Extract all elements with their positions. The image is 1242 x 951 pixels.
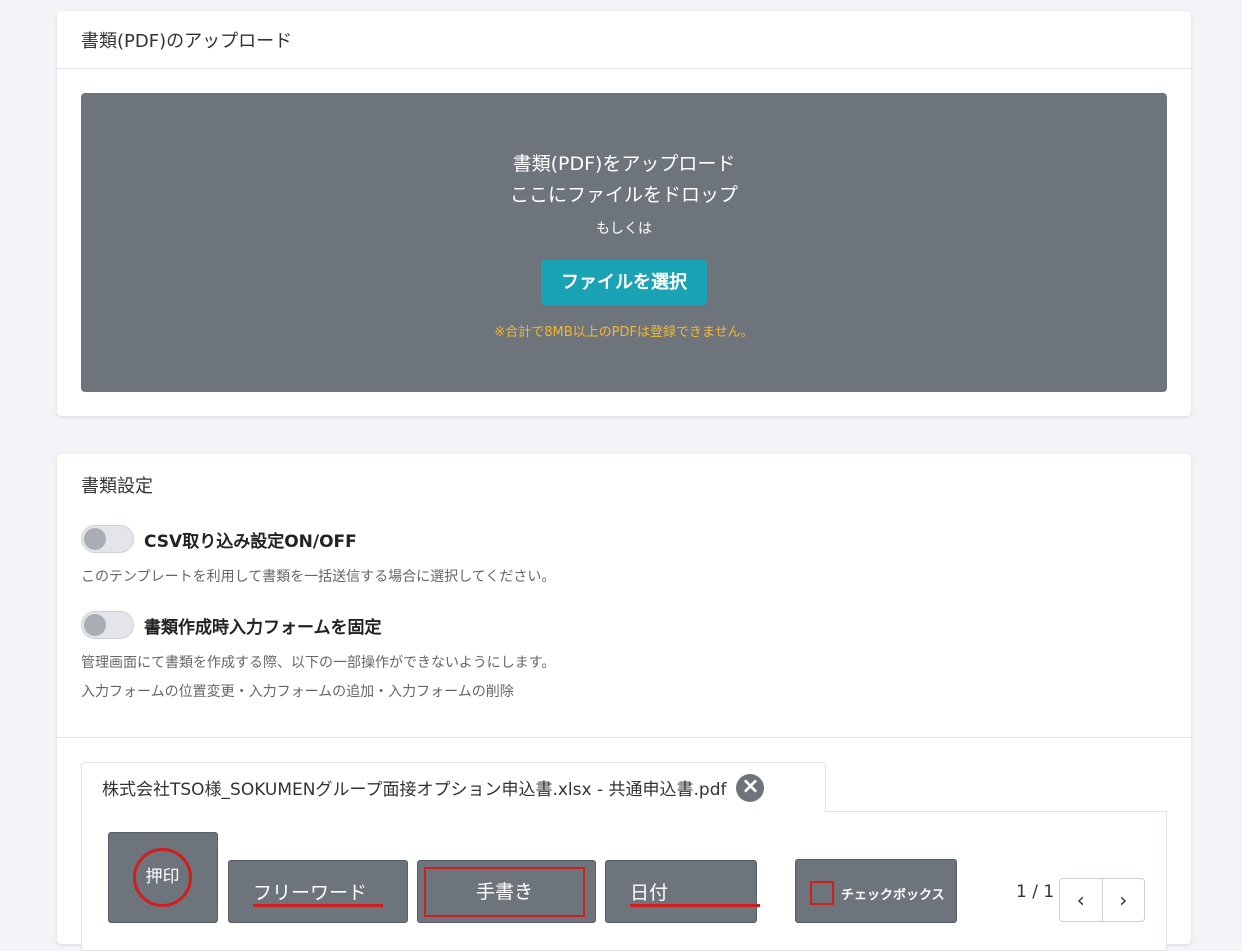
chevron-right-icon: › — [1119, 888, 1128, 912]
upload-card: 書類(PDF)のアップロード 書類(PDF)をアップロード ここにファイルをドロ… — [57, 11, 1191, 416]
settings-card: 書類設定 CSV取り込み設定ON/OFF このテンプレートを利用して書類を一括送… — [57, 454, 1191, 951]
dropzone-or-text: もしくは — [596, 221, 652, 237]
fixed-form-toggle[interactable] — [81, 611, 134, 639]
pdf-dropzone[interactable]: 書類(PDF)をアップロード ここにファイルをドロップ もしくは ファイルを選択… — [81, 93, 1167, 392]
checkbox-tool-button[interactable]: チェックボックス — [795, 859, 957, 923]
freeword-tool-button[interactable]: フリーワード — [228, 860, 408, 923]
dropzone-title: 書類(PDF)をアップロード — [512, 153, 736, 175]
tab-panel: 押印 フリーワード 手書き 日付 チェックボックス 1 / 1 ‹ › — [81, 811, 1167, 951]
stamp-tool-label: 押印 — [133, 848, 192, 907]
freeword-tool-label: フリーワード — [253, 882, 368, 904]
next-page-button[interactable]: › — [1101, 879, 1145, 921]
settings-title: 書類設定 — [81, 476, 153, 497]
toggle-knob — [84, 528, 106, 550]
stamp-tool-button[interactable]: 押印 — [108, 832, 218, 923]
csv-toggle-row: CSV取り込み設定ON/OFF — [81, 525, 357, 553]
checkbox-tool-label: チェックボックス — [841, 888, 945, 903]
handwrite-tool-button[interactable]: 手書き — [417, 860, 596, 923]
fixed-form-description-1: 管理画面にて書類を作成する際、以下の一部操作ができないようにします。 — [81, 655, 556, 671]
date-tool-button[interactable]: 日付 — [605, 860, 760, 923]
fixed-form-toggle-row: 書類作成時入力フォームを固定 — [81, 611, 382, 639]
prev-page-button[interactable]: ‹ — [1060, 879, 1102, 921]
page-indicator: 1 / 1 — [1016, 882, 1055, 902]
file-tab[interactable]: 株式会社TSO様_SOKUMENグループ面接オプション申込書.xlsx - 共通… — [81, 762, 826, 812]
fixed-form-toggle-label: 書類作成時入力フォームを固定 — [144, 617, 382, 638]
csv-toggle-label: CSV取り込み設定ON/OFF — [144, 531, 357, 552]
date-underline — [630, 904, 760, 907]
dropzone-drop-text: ここにファイルをドロップ — [509, 184, 738, 206]
toggle-knob — [84, 614, 106, 636]
section-divider — [57, 737, 1191, 738]
handwrite-tool-label: 手書き — [424, 867, 585, 917]
csv-description: このテンプレートを利用して書類を一括送信する場合に選択してください。 — [81, 569, 556, 585]
close-icon[interactable]: × — [736, 773, 765, 802]
date-tool-label: 日付 — [630, 882, 669, 904]
file-name: 株式会社TSO様_SOKUMENグループ面接オプション申込書.xlsx - 共通… — [102, 780, 727, 800]
fixed-form-description-2: 入力フォームの位置変更・入力フォームの追加・入力フォームの削除 — [81, 684, 514, 700]
pager-controls: ‹ › — [1059, 878, 1145, 922]
freeword-underline — [253, 904, 383, 907]
size-limit-note: ※合計で8MB以上のPDFは登録できません。 — [494, 325, 754, 340]
chevron-left-icon: ‹ — [1076, 888, 1085, 912]
select-file-button[interactable]: ファイルを選択 — [541, 260, 707, 305]
checkbox-icon — [810, 881, 834, 905]
upload-header: 書類(PDF)のアップロード — [57, 11, 1191, 69]
csv-toggle[interactable] — [81, 525, 134, 553]
